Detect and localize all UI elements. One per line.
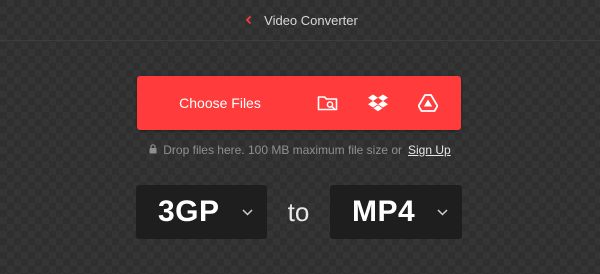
chevron-down-icon[interactable] [436, 206, 448, 218]
upload-source-icons [303, 88, 461, 118]
google-drive-icon[interactable] [413, 88, 443, 118]
drop-hint: Drop files here. 100 MB maximum file siz… [0, 143, 600, 157]
choose-files-button[interactable]: Choose Files [137, 76, 303, 130]
converter-row: 3GP to MP4 [136, 185, 462, 239]
to-format-label: MP4 [352, 195, 416, 228]
chevron-left-icon[interactable] [242, 13, 256, 27]
upload-bar: Choose Files [137, 76, 461, 130]
to-label: to [287, 196, 310, 227]
lock-icon [149, 143, 157, 157]
chevron-down-icon[interactable] [241, 206, 253, 218]
to-format-select[interactable]: MP4 [330, 185, 462, 239]
top-bar: Video Converter [0, 0, 600, 41]
drop-hint-text: Drop files here. 100 MB maximum file siz… [163, 143, 403, 157]
breadcrumb[interactable]: Video Converter [242, 13, 358, 28]
folder-search-icon[interactable] [313, 88, 343, 118]
from-format-label: 3GP [158, 195, 220, 228]
breadcrumb-label[interactable]: Video Converter [264, 13, 358, 28]
from-format-select[interactable]: 3GP [136, 185, 267, 239]
dropbox-icon[interactable] [363, 88, 393, 118]
sign-up-link[interactable]: Sign Up [408, 143, 451, 157]
